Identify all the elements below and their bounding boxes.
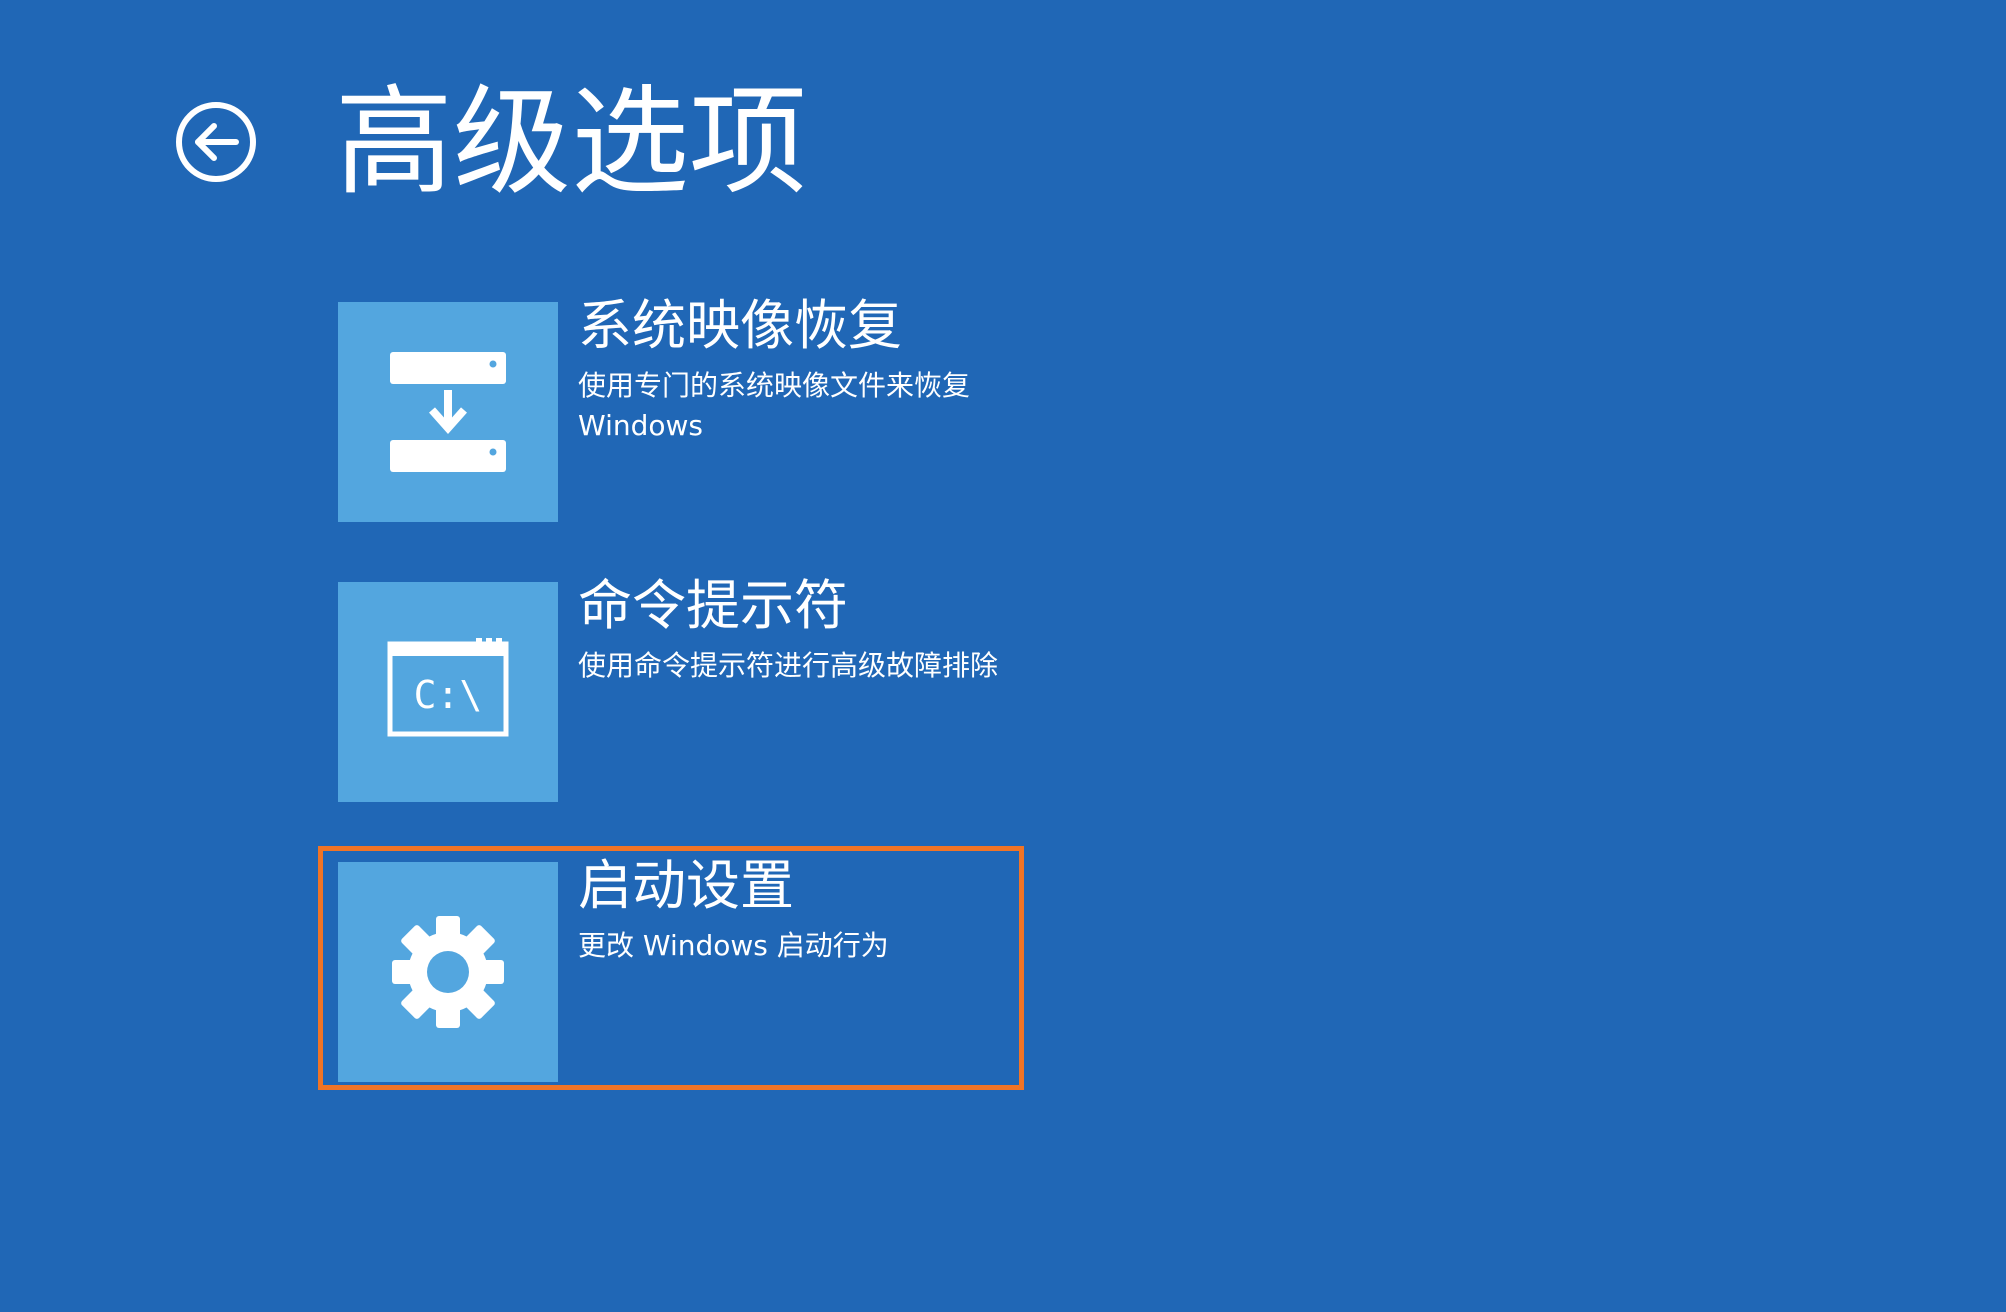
page-title: 高级选项 [335, 73, 808, 211]
gear-icon [392, 916, 504, 1028]
command-prompt-icon-text: C:\ [414, 673, 483, 717]
option-title: 启动设置 [578, 854, 794, 917]
option-title: 命令提示符 [578, 574, 848, 637]
option-title: 系统映像恢复 [578, 294, 902, 357]
option-command-prompt[interactable]: C:\ 命令提示符 使用命令提示符进行高级故障排除 [338, 574, 1028, 802]
option-description: 使用专门的系统映像文件来恢复 Windows [578, 369, 971, 442]
option-description: 更改 Windows 启动行为 [578, 929, 889, 962]
system-image-restore-icon [390, 352, 506, 472]
back-button[interactable] [174, 100, 258, 184]
option-description: 使用命令提示符进行高级故障排除 [578, 649, 999, 682]
option-tile [338, 862, 558, 1082]
command-prompt-icon: C:\ [387, 638, 509, 737]
back-arrow-circle-icon [176, 102, 256, 182]
option-startup-settings[interactable]: 启动设置 更改 Windows 启动行为 [338, 854, 1028, 1082]
option-system-image-recovery[interactable]: 系统映像恢复 使用专门的系统映像文件来恢复 Windows [338, 294, 1028, 522]
option-tile [338, 302, 558, 522]
option-tile: C:\ [338, 582, 558, 802]
